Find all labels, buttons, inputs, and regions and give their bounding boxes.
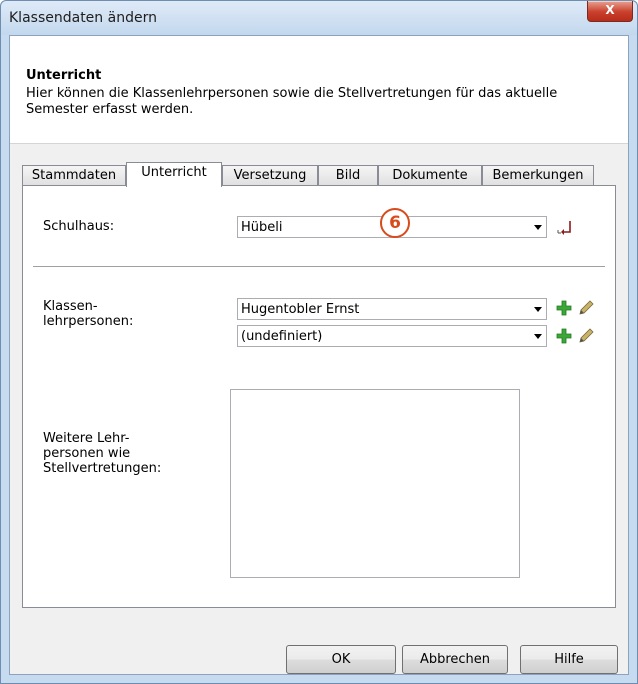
- tab-stammdaten[interactable]: Stammdaten: [22, 165, 126, 186]
- help-button[interactable]: Hilfe: [520, 645, 618, 674]
- step-number-badge: 6: [380, 208, 410, 238]
- section-title: Unterricht: [26, 68, 102, 83]
- weitere-label-line2: personen wie: [43, 446, 131, 461]
- window-title: Klassendaten ändern: [9, 10, 157, 26]
- apply-enter-icon[interactable]: [556, 217, 574, 239]
- add-plus-icon[interactable]: [555, 299, 573, 317]
- dropdown-arrow-icon[interactable]: [534, 334, 542, 339]
- weitere-lehrpersonen-listbox[interactable]: [230, 389, 520, 578]
- lehrperson1-combobox[interactable]: Hugentobler Ernst: [237, 298, 547, 320]
- klassen-label-line2: lehrpersonen:: [43, 314, 134, 329]
- title-bar[interactable]: Klassendaten ändern X: [1, 1, 637, 35]
- ok-button[interactable]: OK: [286, 645, 396, 674]
- dropdown-arrow-icon[interactable]: [534, 225, 542, 230]
- dropdown-arrow-icon[interactable]: [534, 307, 542, 312]
- section-divider: [33, 266, 605, 267]
- edit-pencil-icon[interactable]: [577, 299, 595, 317]
- tab-strip: Stammdaten Unterricht Versetzung Bild Do…: [10, 162, 628, 187]
- dialog-client-area: Unterricht Hier können die Klassenlehrpe…: [9, 35, 629, 675]
- tab-bild[interactable]: Bild: [318, 165, 378, 186]
- close-button[interactable]: X: [587, 1, 633, 22]
- tab-bemerkungen[interactable]: Bemerkungen: [482, 165, 594, 186]
- schulhaus-label: Schulhaus:: [43, 219, 115, 234]
- weitere-label-line3: Stellvertretungen:: [43, 461, 162, 476]
- cancel-button[interactable]: Abbrechen: [402, 645, 508, 674]
- tab-dokumente[interactable]: Dokumente: [378, 165, 482, 186]
- dialog-window: Klassendaten ändern X Unterricht Hier kö…: [0, 0, 638, 684]
- tab-versetzung[interactable]: Versetzung: [222, 165, 318, 186]
- schulhaus-value: Hübeli: [241, 220, 283, 235]
- add-plus-icon[interactable]: [555, 327, 573, 345]
- weitere-label-line1: Weitere Lehr-: [43, 431, 130, 446]
- edit-pencil-icon[interactable]: [577, 327, 595, 345]
- lehrperson1-value: Hugentobler Ernst: [241, 302, 360, 317]
- section-description: Hier können die Klassenlehrpersonen sowi…: [26, 86, 558, 117]
- lehrperson2-combobox[interactable]: (undefiniert): [237, 325, 547, 347]
- tab-unterricht[interactable]: Unterricht: [126, 162, 222, 187]
- klassen-label-line1: Klassen-: [43, 299, 98, 314]
- dialog-header: Unterricht Hier können die Klassenlehrpe…: [10, 36, 628, 144]
- lehrperson2-value: (undefiniert): [241, 329, 323, 344]
